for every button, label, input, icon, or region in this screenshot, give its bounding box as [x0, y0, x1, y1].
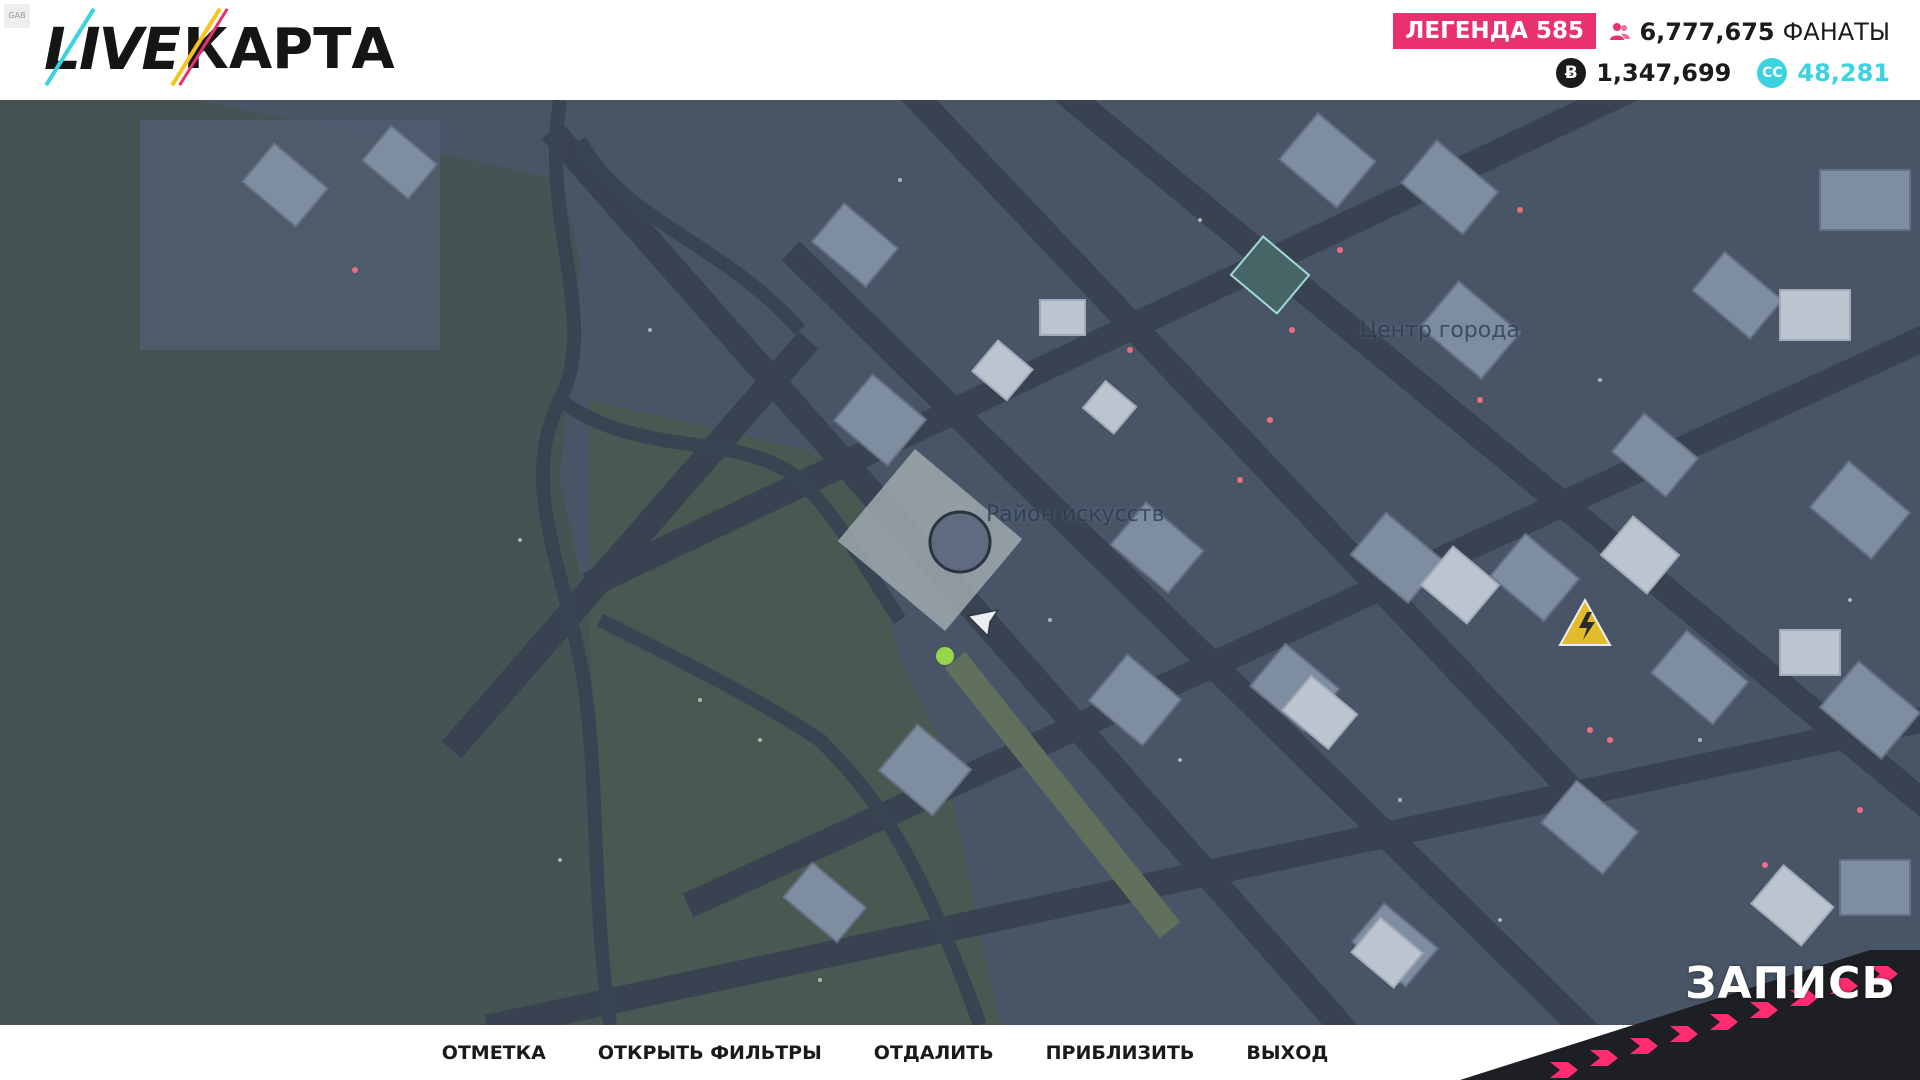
bitcoin-value: 1,347,699: [1596, 59, 1732, 87]
logo-live-text: LIVE: [44, 15, 181, 83]
legend-value: 585: [1535, 18, 1584, 44]
zoom-in-action[interactable]: ПРИБЛИЗИТЬ: [1046, 1042, 1195, 1064]
district-label-arts: Район искусств: [986, 502, 1165, 527]
top-bar: GAB LIVE КАРТА ЛЕГЕНДА 585 6,777,675 ФАН…: [0, 0, 1920, 100]
legend-label: ЛЕГЕНДА: [1405, 18, 1528, 44]
district-label-city-center: Центр города: [1360, 318, 1520, 343]
currency-row: Ƀ 1,347,699 CC 48,281: [1556, 56, 1890, 90]
corner-badge: GAB: [4, 4, 30, 28]
fans-icon: [1610, 23, 1631, 40]
cc-value: 48,281: [1797, 59, 1890, 87]
zoom-out-action[interactable]: ОТДАЛИТЬ: [874, 1042, 994, 1064]
fans-counter: 6,777,675 ФАНАТЫ: [1609, 16, 1890, 48]
recording-label: ЗАПИСЬ: [1685, 958, 1896, 1009]
legend-badge: ЛЕГЕНДА 585: [1393, 13, 1596, 49]
city-map[interactable]: Центр города Район искусств: [0, 100, 1920, 1025]
player-stats: ЛЕГЕНДА 585 6,777,675 ФАНАТЫ Ƀ 1,347,699…: [1370, 12, 1890, 92]
open-filters-action[interactable]: ОТКРЫТЬ ФИЛЬТРЫ: [598, 1042, 822, 1064]
exit-action[interactable]: ВЫХОД: [1246, 1042, 1328, 1064]
fans-value: 6,777,675: [1639, 18, 1775, 46]
bitcoin-icon: Ƀ: [1556, 58, 1587, 88]
cc-currency-icon: CC: [1757, 58, 1788, 88]
map-canvas[interactable]: [0, 100, 1920, 1025]
livekarta-logo: LIVE КАРТА: [44, 7, 395, 87]
mark-action[interactable]: ОТМЕТКА: [442, 1042, 546, 1064]
fans-label: ФАНАТЫ: [1782, 18, 1890, 46]
